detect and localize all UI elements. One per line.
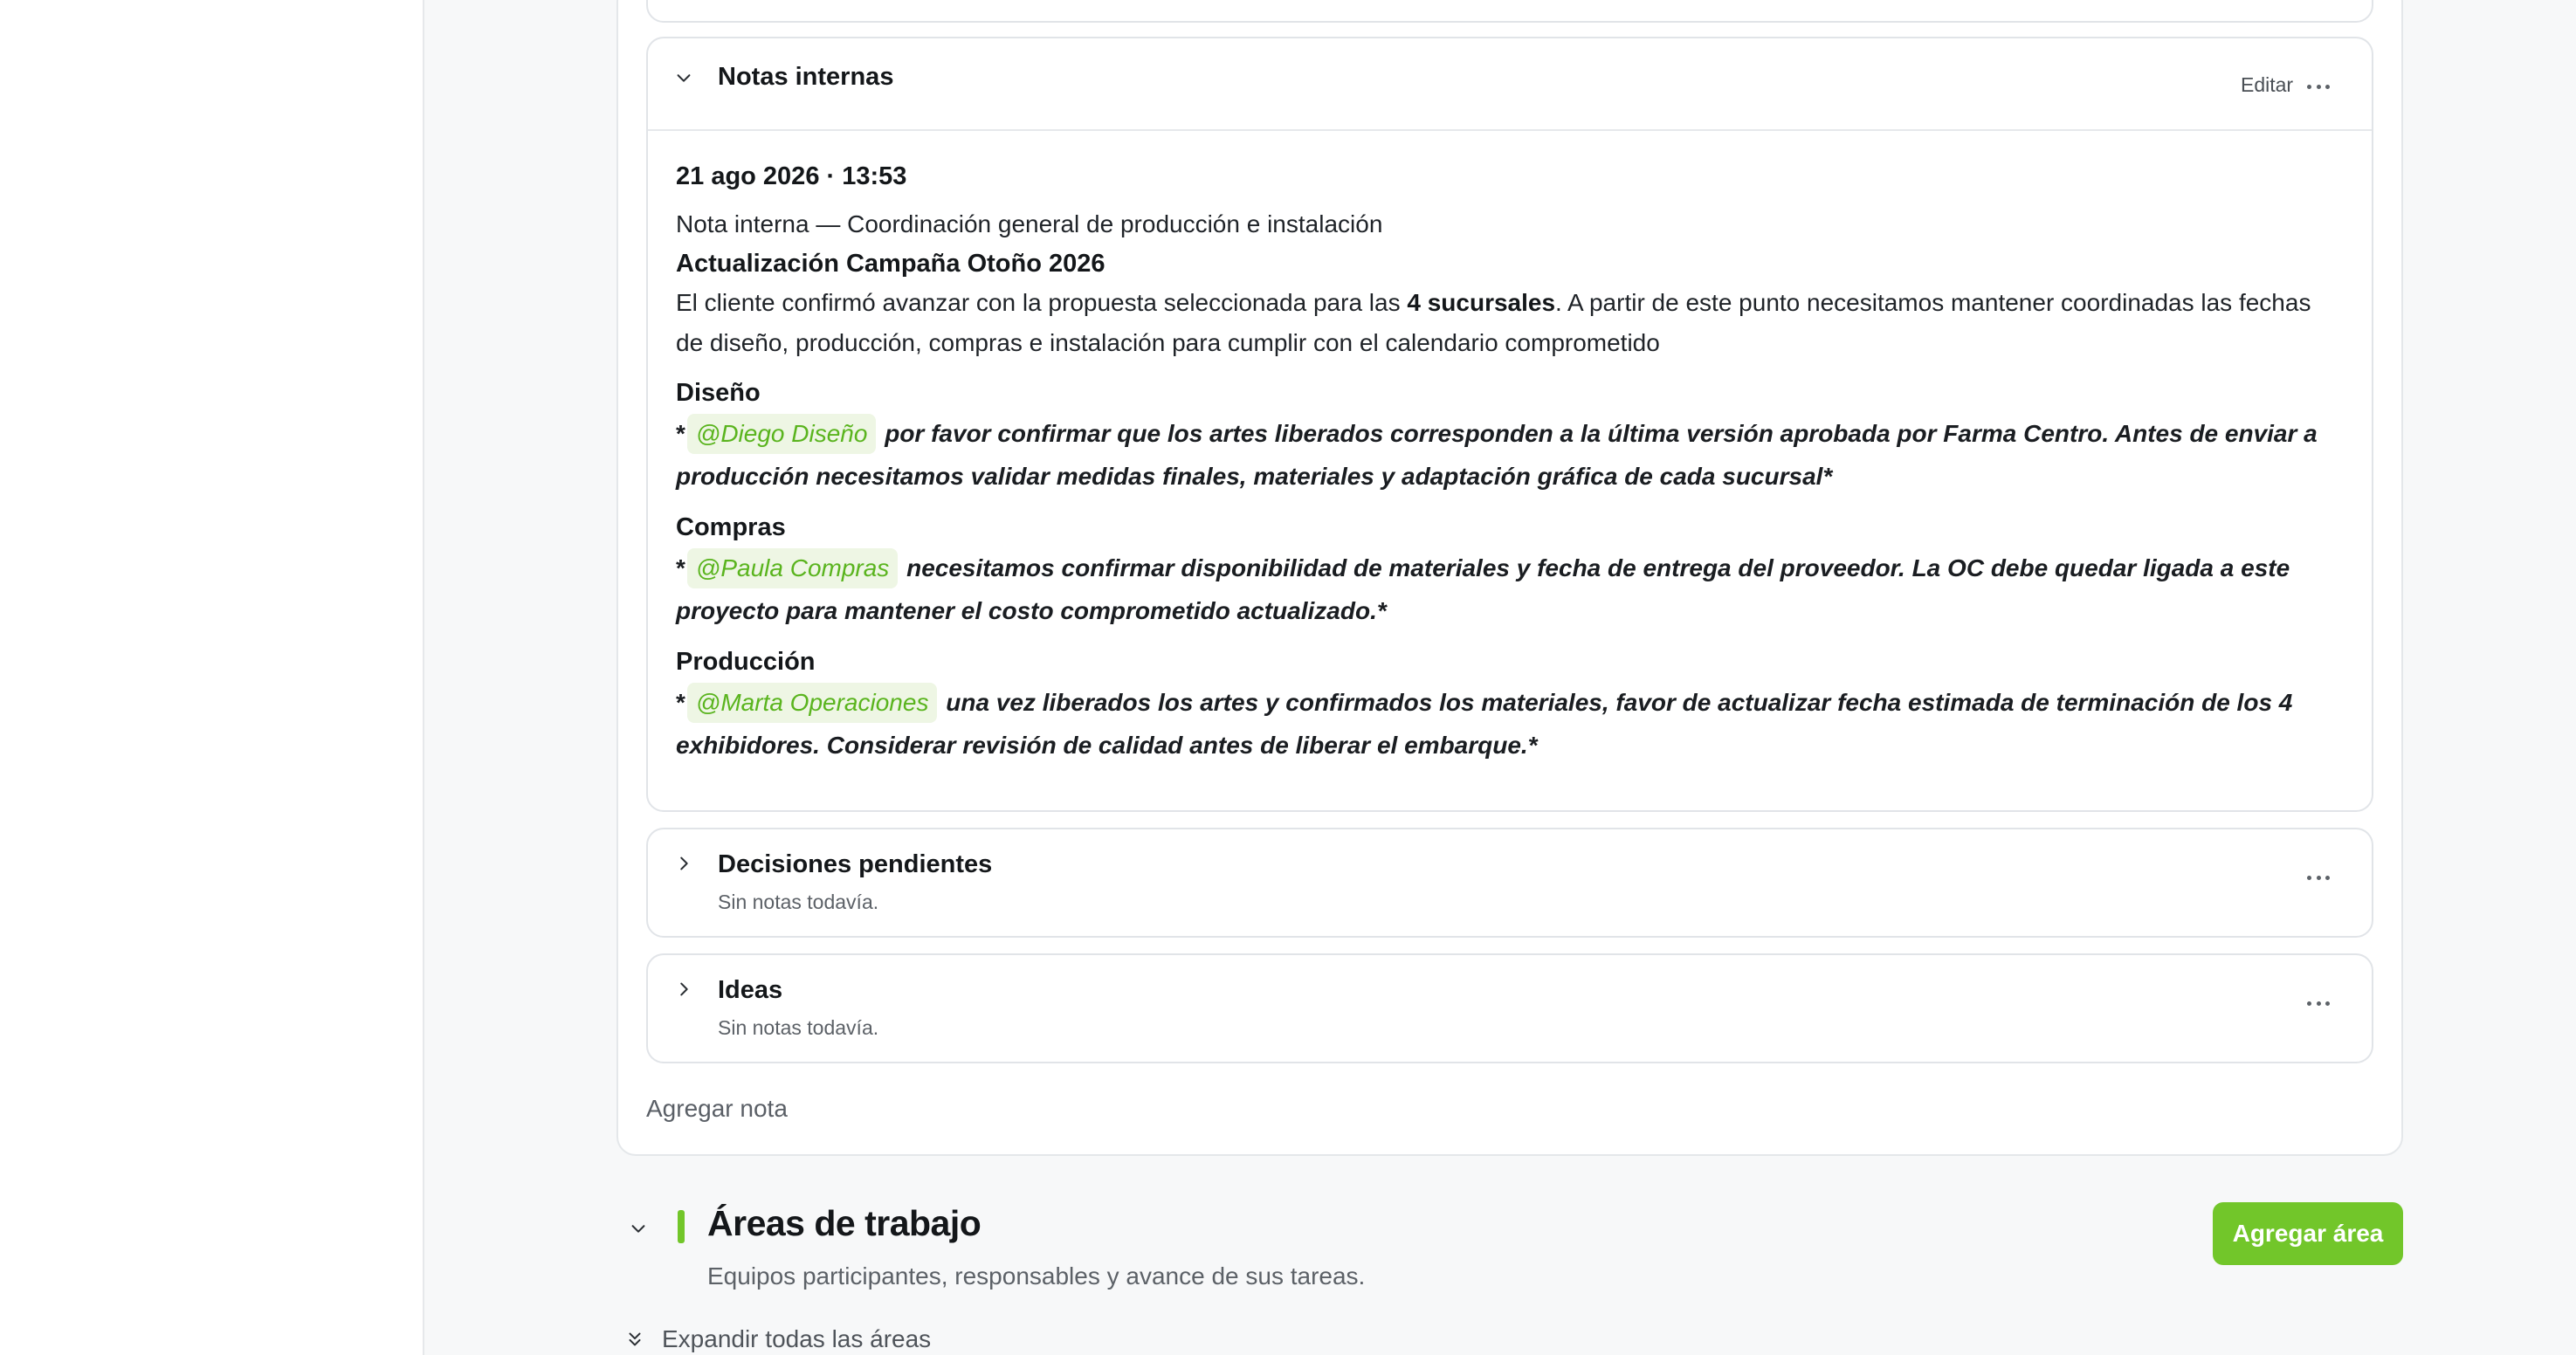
pending-decisions-card[interactable]: Decisiones pendientes Sin notas todavía.	[646, 828, 2373, 938]
section-accent-bar	[678, 1210, 685, 1243]
chevron-down-icon[interactable]	[629, 1219, 648, 1238]
pending-decisions-empty: Sin notas todavía.	[718, 891, 879, 913]
task-line-produccion: * @Marta Operaciones una vez liberados lo…	[676, 681, 2344, 767]
bullet-marker: *	[676, 554, 685, 581]
work-areas-description: Equipos participantes, responsables y av…	[707, 1262, 1366, 1290]
note-timestamp: 21 ago 2026 · 13:53	[676, 162, 907, 190]
section-heading-produccion: Producción	[676, 648, 816, 676]
mention-tag[interactable]: @Marta Operaciones	[686, 683, 938, 723]
more-horizontal-icon[interactable]	[2307, 873, 2330, 882]
bullet-marker: *	[676, 420, 685, 447]
note-subtitle: Actualización Campaña Otoño 2026	[676, 250, 1105, 278]
ideas-card[interactable]: Ideas Sin notas todavía.	[646, 953, 2373, 1063]
internal-notes-header[interactable]: Notas internas Editar	[648, 38, 2372, 131]
task-text: por favor confirmar que los artes libera…	[676, 420, 2318, 490]
mention-tag[interactable]: @Paula Compras	[686, 548, 899, 588]
task-text: necesitamos confirmar disponibilidad de …	[676, 554, 2290, 624]
note-heading: Nota interna — Coordinación general de p…	[676, 210, 1383, 237]
add-area-button[interactable]: Agregar área	[2213, 1202, 2403, 1265]
chevrons-down-icon	[629, 1332, 641, 1346]
bullet-marker: *	[676, 689, 685, 716]
pending-decisions-title: Decisiones pendientes	[718, 850, 993, 878]
left-sidebar	[0, 0, 424, 1355]
note-intro-bold: 4 sucursales	[1407, 289, 1556, 316]
more-horizontal-icon[interactable]	[2307, 999, 2330, 1008]
task-line-diseno: * @Diego Diseño por favor confirmar que l…	[676, 412, 2344, 498]
mention-tag[interactable]: @Diego Diseño	[686, 414, 877, 454]
task-line-compras: * @Paula Compras necesitamos confirmar di…	[676, 547, 2344, 632]
section-heading-diseno: Diseño	[676, 379, 761, 407]
ideas-title: Ideas	[718, 976, 783, 1004]
note-intro-start: El cliente confirmó avanzar con la propu…	[676, 289, 1408, 316]
expand-all-label: Expandir todas las áreas	[662, 1325, 932, 1352]
section-heading-compras: Compras	[676, 513, 786, 541]
previous-card	[646, 0, 2373, 23]
more-horizontal-icon[interactable]	[2307, 82, 2330, 91]
chevron-down-icon[interactable]	[674, 68, 693, 87]
expand-all-areas-button[interactable]: Expandir todas las áreas	[625, 1325, 931, 1353]
add-note-button[interactable]: Agregar nota	[646, 1095, 788, 1123]
ideas-empty: Sin notas todavía.	[718, 1016, 879, 1039]
note-intro: El cliente confirmó avanzar con la propu…	[676, 283, 2344, 363]
edit-button[interactable]: Editar	[2241, 73, 2293, 97]
chevron-right-icon[interactable]	[674, 854, 693, 873]
note-content: 21 ago 2026 · 13:53 Nota interna — Coord…	[676, 159, 2344, 767]
internal-notes-card: Notas internas Editar 21 ago 2026 · 13:5…	[646, 37, 2373, 812]
internal-notes-title: Notas internas	[718, 63, 894, 91]
chevron-right-icon[interactable]	[674, 980, 693, 999]
work-areas-title: Áreas de trabajo	[707, 1203, 981, 1243]
